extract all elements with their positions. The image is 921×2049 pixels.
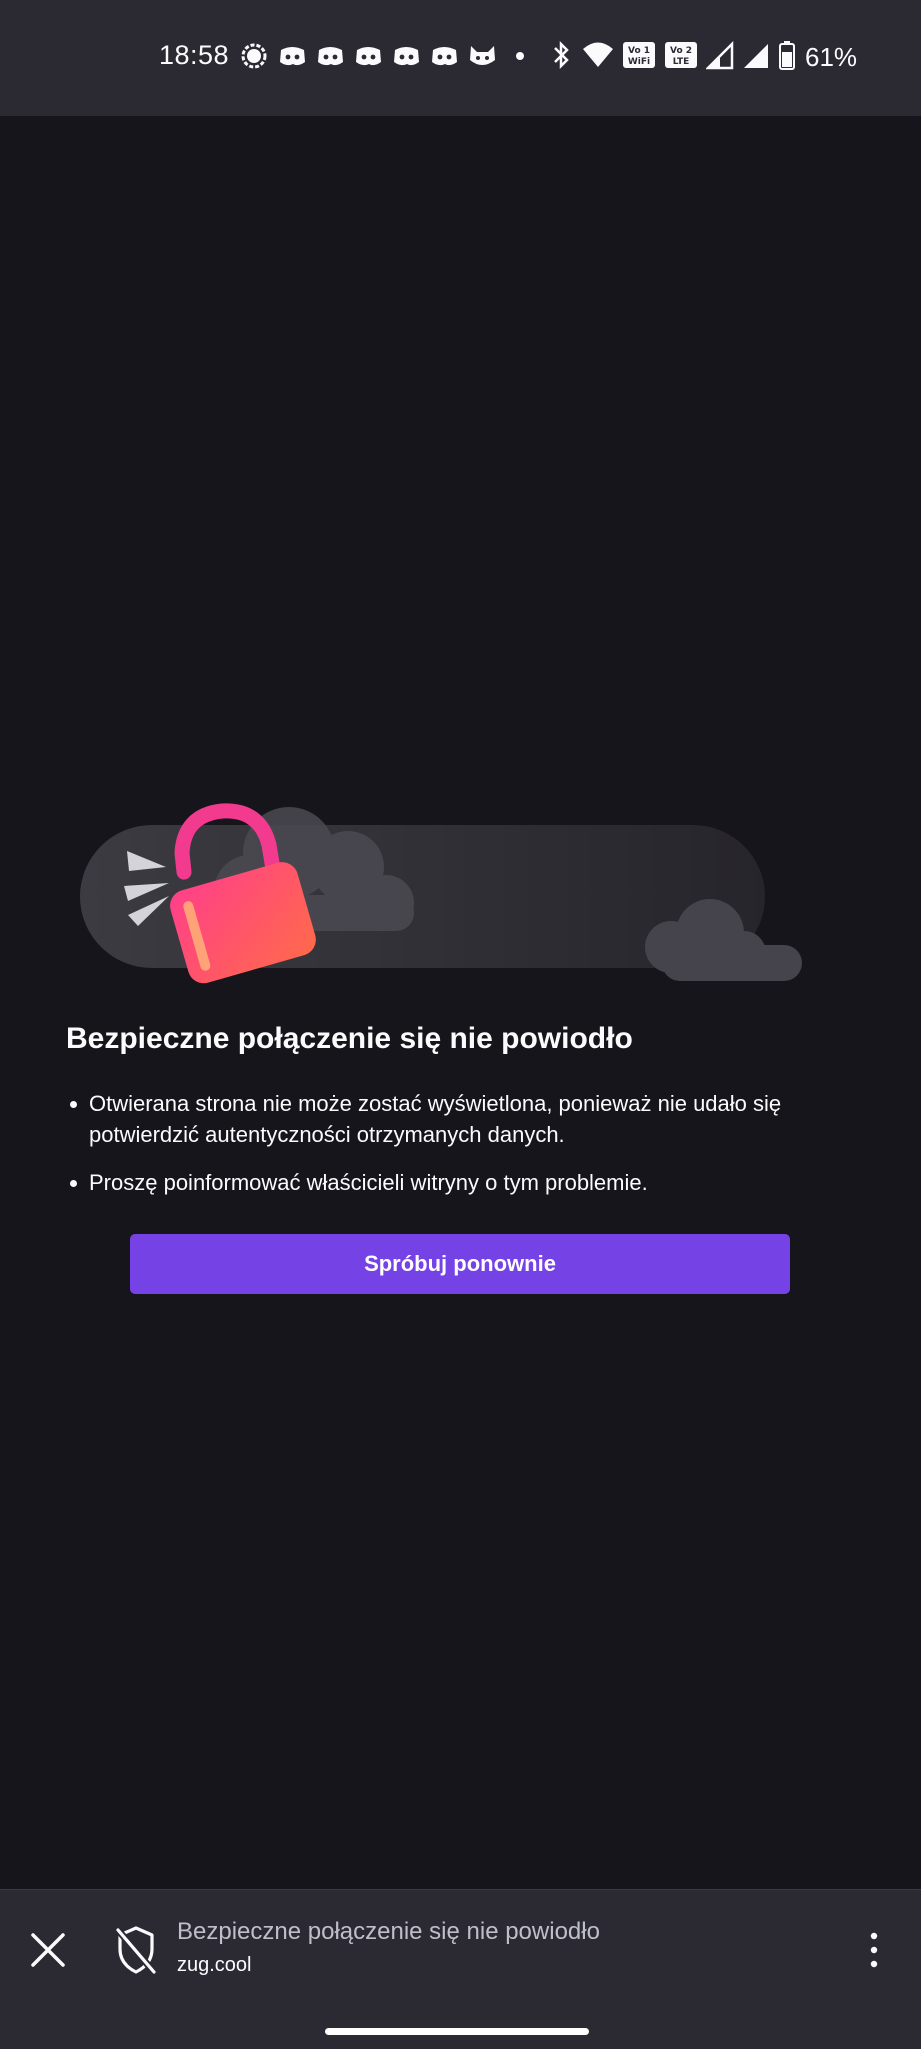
- more-menu-button[interactable]: [860, 1926, 888, 1974]
- signal-icon: [240, 42, 269, 70]
- error-title: Bezpieczne połączenie się nie powiodło: [66, 1022, 633, 1055]
- discord-icon: [392, 42, 421, 70]
- retry-button[interactable]: Spróbuj ponownie: [130, 1234, 790, 1294]
- wifi-icon: [582, 40, 614, 75]
- broken-lock-illustration: [80, 803, 802, 984]
- more-vertical-icon: [870, 1932, 878, 1968]
- vowifi-icon: Vo 1 WiFi: [622, 40, 656, 75]
- svg-text:WiFi: WiFi: [628, 57, 650, 67]
- battery-icon: [778, 40, 796, 75]
- notification-icons: [240, 42, 526, 70]
- discord-icon: [430, 42, 459, 70]
- error-page: [0, 116, 921, 1889]
- status-bar: 18:58 Vo 1 WiFi Vo 2 LTE 61%: [0, 0, 921, 116]
- close-button[interactable]: [24, 1926, 72, 1974]
- toolbar-url[interactable]: zug.cool: [177, 1954, 252, 1977]
- home-indicator[interactable]: [325, 2028, 589, 2035]
- cell-signal-icon: [742, 40, 770, 75]
- error-bullet-notify-owner: Proszę poinformować właścicieli witryny …: [66, 1167, 856, 1198]
- shield-slash-icon: [115, 1926, 157, 1975]
- svg-text:LTE: LTE: [673, 57, 690, 67]
- cell-signal-icon: [704, 40, 734, 75]
- discord-icon: [354, 42, 383, 70]
- status-time: 18:58: [159, 40, 230, 70]
- close-icon: [31, 1933, 65, 1967]
- toolbar-page-title: Bezpieczne połączenie się nie powiodło: [177, 1918, 600, 1945]
- custom-tab-toolbar: Bezpieczne połączenie się nie powiodło z…: [0, 1889, 921, 2049]
- battery-percentage: 61%: [805, 42, 858, 72]
- cat-app-icon: [468, 42, 497, 70]
- bluetooth-icon: [548, 40, 574, 75]
- dot-icon: [506, 42, 526, 70]
- error-bullet-unverified: Otwierana strona nie może zostać wyświet…: [66, 1088, 856, 1150]
- discord-icon: [316, 42, 345, 70]
- site-security-button[interactable]: [112, 1922, 160, 1978]
- volte-icon: Vo 2 LTE: [664, 40, 698, 75]
- svg-text:Vo 2: Vo 2: [670, 46, 692, 56]
- svg-text:Vo 1: Vo 1: [628, 46, 650, 56]
- error-description-list: Otwierana strona nie może zostać wyświet…: [66, 1088, 856, 1215]
- system-icons: Vo 1 WiFi Vo 2 LTE: [548, 40, 796, 75]
- discord-icon: [278, 42, 307, 70]
